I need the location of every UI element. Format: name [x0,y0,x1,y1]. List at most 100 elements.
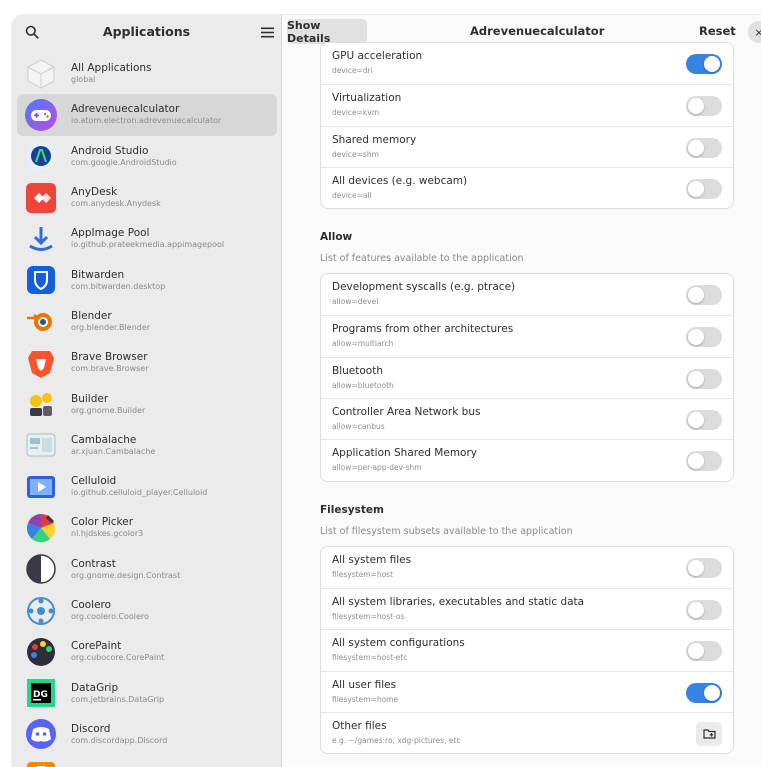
app-text: DataGrip com.jetbrains.DataGrip [71,682,164,705]
app-id: org.cubocore.CorePaint [71,653,165,663]
gamepad-icon [23,97,59,133]
permission-toggle[interactable] [686,285,722,306]
permission-key: filesystem=host-os [332,611,405,621]
permission-title: All devices (e.g. webcam) [332,174,468,187]
permission-row: Application Shared Memory allow=per-app-d… [321,439,733,480]
permission-toggle[interactable] [686,682,722,703]
sidebar-title: Applications [102,24,191,39]
show-details-button[interactable]: Show Details [287,19,367,45]
app-list-item[interactable]: AnyDesk com.anydesk.Anydesk [17,177,277,218]
app-id: com.jetbrains.DataGrip [71,694,165,704]
app-list-item[interactable]: Discord com.discordapp.Discord [17,714,277,755]
toggle-knob [688,643,704,660]
toggle-knob [688,180,704,197]
app-text: Discord com.discordapp.Discord [71,723,167,746]
app-text: AnyDesk com.anydesk.Anydesk [71,186,161,209]
app-window: Applications All Applications global Adrev… [12,15,761,767]
app-name: Bitwarden [71,268,125,281]
permission-row: All system files filesystem=host [321,547,733,588]
app-list-item[interactable]: Celluloid io.github.celluloid_player.Cell… [17,466,277,507]
app-list-item[interactable]: DG DataGrip com.jetbrains.DataGrip [17,672,277,713]
permission-toggle[interactable] [686,54,722,74]
palette-icon [23,634,59,670]
permission-toggle[interactable] [686,451,722,472]
permission-key: allow=devel [332,297,379,307]
permissions-scroll[interactable]: GPU acceleration device=dri Virtualization… [320,42,734,755]
app-list-item[interactable]: draw.io [17,755,277,767]
app-id: ar.xjuan.Cambalache [71,446,156,456]
toggle-knob [688,370,704,387]
permission-title: All user files [332,678,397,691]
app-list-item[interactable]: AppImage Pool io.github.prateekmedia.appi… [17,218,277,259]
permission-toggle[interactable] [686,137,722,158]
app-id: com.bitwarden.desktop [71,281,166,291]
toggle-knob [688,453,704,470]
app-list-item[interactable]: Bitwarden com.bitwarden.desktop [17,259,277,300]
app-name: Contrast [71,557,116,570]
app-list-item[interactable]: CorePaint org.cubocore.CorePaint [17,631,277,672]
lion-icon [23,345,59,381]
app-text: All Applications global [71,62,152,85]
permission-row: Controller Area Network bus allow=canbus [321,398,733,439]
permission-toggle[interactable] [686,178,722,199]
app-list-item[interactable]: Coolero org.coolero.Coolero [17,590,277,631]
app-text: Brave Browser com.brave.Browser [71,351,149,374]
app-id: io.atom.electron.adrevenuecalculator [71,116,222,126]
app-id: org.gnome.design.Contrast [71,570,181,580]
app-list-item[interactable]: All Applications global [17,53,277,94]
cube-icon [23,56,59,92]
toggle-knob [688,98,704,115]
filesystem-section-title: Filesystem [320,503,384,516]
permission-key: allow=per-app-dev-shm [332,463,422,473]
close-icon[interactable]: × [748,21,761,43]
permission-toggle[interactable] [686,599,722,620]
other-files-hint: e.g. ~/games:ro, xdg-pictures, etc [332,735,461,745]
permission-toggle[interactable] [686,368,722,389]
permission-key: allow=canbus [332,422,385,432]
permission-key: filesystem=host-etc [332,653,408,663]
app-text: Bitwarden com.bitwarden.desktop [71,269,165,292]
reset-button[interactable]: Reset [699,24,736,38]
sidebar: Applications All Applications global Adrev… [12,15,282,767]
permission-key: device=kvm [332,108,380,118]
app-id: com.brave.Browser [71,364,149,374]
app-id: org.blender.Blender [71,322,151,332]
app-list-item[interactable]: Brave Browser com.brave.Browser [17,342,277,383]
page-title: Adrevenuecalculator [470,24,605,38]
android-studio-icon [23,138,59,174]
app-name: Builder [71,392,109,405]
app-list-item[interactable]: Builder org.gnome.Builder [17,383,277,424]
permission-title: Virtualization [332,92,402,105]
drawio-icon [23,758,59,767]
hamburger-menu-icon[interactable] [256,20,278,44]
app-list-item[interactable]: Adrevenuecalculator io.atom.electron.adre… [17,94,277,136]
contrast-icon [23,551,59,587]
app-list-item[interactable]: Contrast org.gnome.design.Contrast [17,549,277,590]
app-id: org.coolero.Coolero [71,612,149,621]
film-icon [23,469,59,505]
permission-row: Development syscalls (e.g. ptrace) allow=… [321,274,733,315]
svg-text:DG: DG [33,690,48,700]
app-id: com.google.AndroidStudio [71,157,177,167]
folder-add-icon[interactable] [696,721,722,746]
app-list-item[interactable]: Color Picker nl.hjdskes.gcolor3 [17,507,277,548]
app-text: Adrevenuecalculator io.atom.electron.adre… [71,103,221,126]
app-list-item[interactable]: Android Studio com.google.AndroidStudio [17,136,277,177]
app-name: Brave Browser [71,351,148,364]
app-name: AnyDesk [71,186,118,199]
app-text: Builder org.gnome.Builder [71,393,145,416]
toggle-knob [688,559,704,576]
permission-toggle[interactable] [686,327,722,348]
app-id: nl.hjdskes.gcolor3 [71,529,144,539]
permission-toggle[interactable] [686,96,722,117]
permission-row: GPU acceleration device=dri [321,43,733,84]
app-name: Coolero [71,599,112,611]
permission-toggle[interactable] [686,557,722,578]
app-name: Color Picker [71,516,134,529]
permission-row: All devices (e.g. webcam) device=all [321,166,733,208]
permission-toggle[interactable] [686,641,722,662]
app-list-item[interactable]: Cambalache ar.xjuan.Cambalache [17,425,277,466]
app-list-item[interactable]: Blender org.blender.Blender [17,301,277,342]
permission-toggle[interactable] [686,410,722,431]
permission-key: device=all [332,190,372,200]
